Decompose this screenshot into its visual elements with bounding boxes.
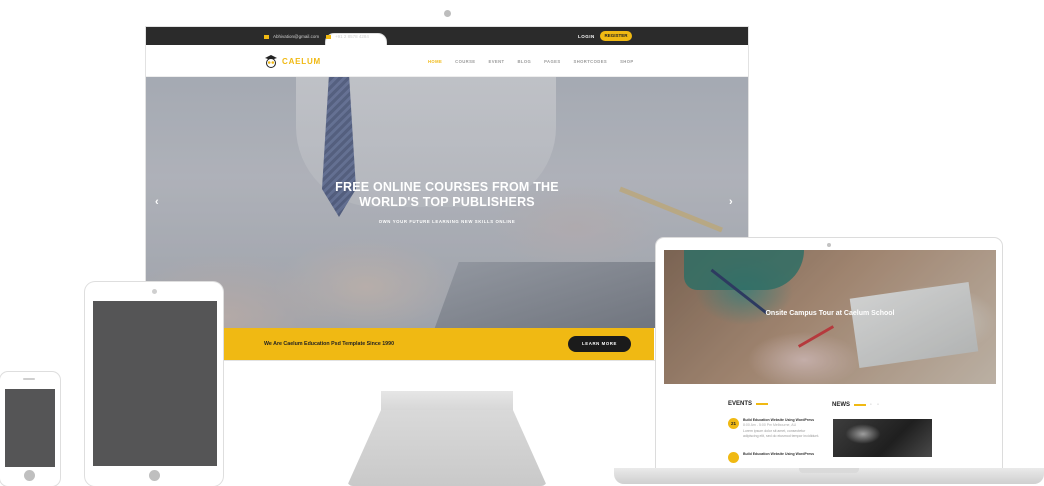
hero-title-line1: FREE ONLINE COURSES FROM THE	[335, 180, 559, 194]
login-link[interactable]: LOGIN	[578, 34, 595, 39]
top-bar: Abhivation@gmail.com +91 2 8578 4284 LOG…	[146, 27, 748, 148]
register-button[interactable]: REGISTER	[600, 31, 632, 41]
hero-title: FREE ONLINE COURSES FROM THE WORLD'S TOP…	[146, 180, 748, 210]
promo-bar: We Are Caelum Education Psd Template Sin…	[224, 328, 654, 360]
nav-home[interactable]: HOME	[428, 59, 442, 64]
laptop-hero-overlay	[664, 250, 996, 384]
hero-subtitle: OWN YOUR FUTURE LEARNING NEW SKILLS ONLI…	[378, 219, 516, 224]
topbar-email[interactable]: Abhivation@gmail.com	[264, 34, 319, 39]
monitor-stand-neck	[381, 391, 513, 411]
events-title: EVENTS	[728, 401, 753, 407]
events-heading: EVENTS	[728, 401, 769, 407]
main-navbar: CAELUM HOME COURSE EVENT BLOG PAGES SHOR…	[146, 45, 748, 77]
event-date-badge: 21	[728, 418, 739, 429]
news-heading: NEWS • •	[832, 402, 881, 408]
tablet-camera	[152, 289, 157, 294]
monitor-stand-base	[347, 410, 547, 486]
nav-course[interactable]: COURSE	[455, 59, 475, 64]
email-text: Abhivation@gmail.com	[273, 34, 320, 39]
laptop-base	[614, 468, 1044, 484]
laptop-hero-image: Onsite Campus Tour at Caelum School	[664, 250, 996, 384]
main-menu: HOME COURSE EVENT BLOG PAGES SHORTCODES …	[428, 59, 634, 64]
nav-pages[interactable]: PAGES	[544, 59, 560, 64]
phone-screen	[5, 389, 55, 467]
event-meta: 8:00 Am - 5:00 Pm Melbourne, AU	[743, 423, 797, 427]
event-date-badge	[728, 452, 739, 463]
nav-blog[interactable]: BLOG	[517, 59, 531, 64]
news-thumbnail[interactable]	[833, 419, 932, 457]
laptop-device: Onsite Campus Tour at Caelum School EVEN…	[656, 238, 1002, 468]
phone-home-button	[24, 470, 35, 481]
laptop-hero-caption: Onsite Campus Tour at Caelum School	[765, 310, 895, 317]
phone-text: +91 2 8578 4284	[335, 34, 369, 39]
tablet-home-button	[149, 470, 160, 481]
site-logo[interactable]: CAELUM	[264, 54, 321, 68]
nav-shortcodes[interactable]: SHORTCODES	[574, 59, 608, 64]
owl-logo-icon	[265, 55, 277, 68]
monitor-camera	[444, 10, 451, 17]
nav-event[interactable]: EVENT	[489, 59, 505, 64]
event-title[interactable]: Build Education Website Using WordPress	[743, 452, 814, 457]
phone-speaker	[23, 378, 35, 380]
laptop-base-notch	[799, 468, 859, 473]
events-underline	[756, 403, 769, 405]
promo-text: We Are Caelum Education Psd Template Sin…	[264, 341, 395, 347]
tablet-screen	[93, 301, 217, 466]
chevron-right-icon[interactable]: ›	[729, 196, 733, 208]
phone-device	[0, 372, 60, 486]
tablet-device	[85, 282, 223, 486]
event-excerpt: Lorem ipsum dolor sit amet, consectetur …	[743, 429, 820, 438]
learn-more-button[interactable]: LEARN MORE	[568, 336, 631, 352]
chevron-left-icon[interactable]: ‹	[155, 196, 159, 208]
news-underline	[854, 404, 866, 406]
envelope-icon	[264, 34, 269, 39]
laptop-camera	[827, 243, 831, 247]
news-title: NEWS	[832, 402, 850, 408]
hero-title-line2: WORLD'S TOP PUBLISHERS	[359, 195, 535, 209]
nav-shop[interactable]: SHOP	[620, 59, 633, 64]
news-pager-dots[interactable]: • •	[870, 402, 881, 408]
logo-text: CAELUM	[282, 56, 322, 66]
phone-icon	[326, 34, 331, 39]
